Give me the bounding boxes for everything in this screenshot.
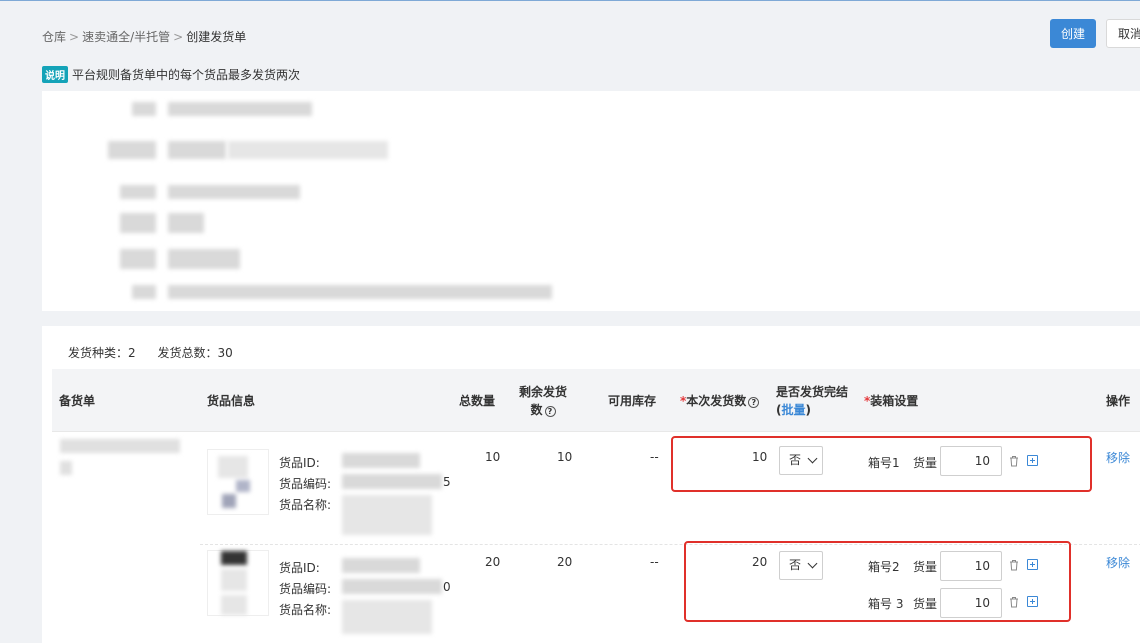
breadcrumb-aliexpress[interactable]: 速卖通全/半托管 — [82, 28, 170, 45]
breadcrumb-separator: > — [173, 29, 184, 44]
header-ship-qty: *本次发货数? — [680, 392, 760, 410]
redacted-field — [168, 285, 552, 299]
goods-code-tail: 5 — [443, 475, 451, 489]
summary-kinds: 发货种类：2 — [68, 346, 136, 360]
header-ops: 操作 — [1106, 394, 1131, 408]
redacted-field — [168, 185, 300, 199]
row-remaining-qty: 10 — [557, 450, 573, 464]
header-packing: *装箱设置 — [864, 394, 919, 408]
header-remaining: 剩余发货 数? — [518, 383, 568, 419]
redacted-goods-id — [342, 558, 420, 573]
redacted-goods-code — [342, 579, 442, 594]
goods-thumbnail — [207, 449, 269, 515]
redacted-field — [108, 141, 156, 159]
remove-link[interactable]: 移除 — [1106, 449, 1130, 466]
redacted-goods-name — [342, 600, 432, 634]
header-complete: 是否发货完结 (批量) — [776, 383, 848, 419]
redacted-field — [120, 213, 156, 233]
redacted-field — [132, 285, 156, 299]
redacted-field — [228, 141, 388, 159]
header-remaining-line2: 数? — [518, 401, 568, 419]
goods-code-label: 货品编码: — [279, 582, 332, 596]
redacted-field — [168, 102, 312, 116]
redacted-field — [168, 249, 240, 269]
header-available: 可用库存 — [608, 394, 657, 408]
breadcrumb-current: 创建发货单 — [186, 30, 247, 44]
header-stock-order: 备货单 — [59, 394, 96, 408]
notice-tag: 说明 — [42, 66, 68, 83]
create-button[interactable]: 创建 — [1050, 19, 1096, 48]
redacted-goods-name — [342, 495, 432, 535]
header-remaining-line1: 剩余发货 — [518, 385, 567, 399]
row-available-stock: -- — [650, 450, 659, 464]
row-total-qty: 10 — [485, 450, 501, 464]
header-complete-line1: 是否发货完结 — [776, 385, 849, 399]
summary-total: 发货总数：30 — [157, 346, 233, 360]
goods-name-label: 货品名称: — [279, 498, 332, 512]
goods-id-label: 货品ID: — [279, 561, 320, 575]
batch-link[interactable]: 批量 — [781, 403, 805, 417]
question-circle-icon[interactable]: ? — [748, 397, 760, 408]
redacted-field — [120, 185, 156, 199]
breadcrumb-separator: > — [69, 29, 80, 44]
redacted-field — [120, 249, 156, 269]
highlight-box — [684, 541, 1071, 622]
redacted-field — [168, 213, 204, 233]
header-total-qty: 总数量 — [459, 394, 496, 408]
notice: 说明 平台规则备货单中的每个货品最多发货两次 — [42, 66, 300, 83]
shipment-summary: 发货种类：2 发货总数：30 — [68, 344, 251, 361]
header-goods-info: 货品信息 — [207, 394, 256, 408]
breadcrumb-warehouse[interactable]: 仓库 — [42, 28, 66, 45]
redacted-goods-id — [342, 453, 420, 468]
goods-code-label: 货品编码: — [279, 477, 332, 491]
goods-code-tail: 0 — [443, 580, 451, 594]
row-remaining-qty: 20 — [557, 555, 573, 569]
redacted-field — [168, 141, 226, 159]
breadcrumb: 仓库 > 速卖通全/半托管 > 创建发货单 — [42, 28, 246, 45]
redacted-stock-order — [60, 461, 72, 475]
header-complete-line2: (批量) — [776, 403, 811, 417]
goods-name-label: 货品名称: — [279, 603, 332, 617]
cancel-button[interactable]: 取消 — [1106, 19, 1140, 48]
redacted-stock-order — [60, 439, 180, 453]
remove-link[interactable]: 移除 — [1106, 554, 1130, 571]
highlight-box — [671, 436, 1092, 492]
question-circle-icon[interactable]: ? — [544, 406, 556, 417]
redacted-field — [132, 102, 156, 116]
goods-thumbnail — [207, 550, 269, 616]
order-info-panel — [42, 91, 1140, 311]
notice-text: 平台规则备货单中的每个货品最多发货两次 — [72, 68, 301, 82]
row-total-qty: 20 — [485, 555, 501, 569]
row-available-stock: -- — [650, 555, 659, 569]
redacted-goods-code — [342, 474, 442, 489]
goods-id-label: 货品ID: — [279, 456, 320, 470]
